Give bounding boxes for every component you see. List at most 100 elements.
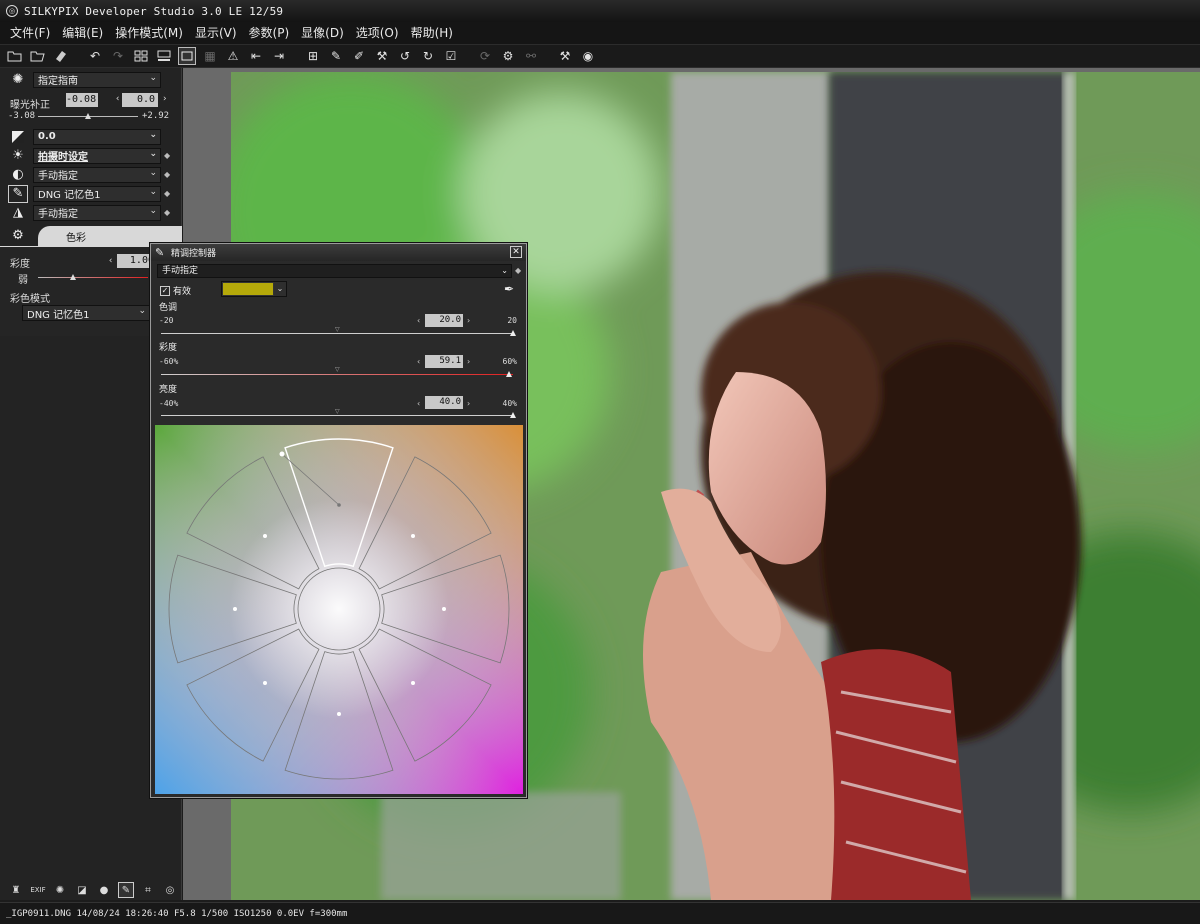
menu-edit[interactable]: 编辑(E) — [56, 22, 109, 44]
tab-color-label: 色彩 — [66, 232, 86, 244]
factory-icon[interactable]: ♜ — [8, 882, 24, 898]
exposure-value[interactable]: -0.08 — [66, 93, 98, 107]
link-icon[interactable]: ⚯ — [522, 47, 540, 65]
open-icon[interactable] — [6, 47, 24, 65]
grid-overlay-icon[interactable]: ⊞ — [304, 47, 322, 65]
contrast-select[interactable]: 手动指定 ⌄ — [33, 166, 161, 183]
sharpness-select[interactable]: 拍摄时设定 ⌄ — [33, 147, 161, 164]
color-swatch-select[interactable]: ⌄ — [221, 281, 287, 297]
color-mode-select[interactable]: DNG 记忆色1 ⌄ — [33, 185, 161, 202]
toolbar: ↶ ↷ ▦ ⚠ ⇤ ⇥ ⊞ ✎ ✐ ⚒ ↺ ↻ ☑ ⟳ ⚙ ⚯ ⚒ ◉ — [0, 44, 1200, 68]
saturation-decrement[interactable]: ‹ — [417, 357, 420, 366]
menu-view[interactable]: 显示(V) — [189, 22, 243, 44]
enabled-toggle[interactable]: ✓ 有效 — [160, 284, 191, 297]
menu-develop[interactable]: 显像(D) — [295, 22, 350, 44]
diamond-icon[interactable]: ◆ — [164, 170, 170, 179]
saturation-thumb[interactable] — [506, 371, 513, 377]
saturation-slider[interactable] — [161, 374, 513, 375]
lightness-decrement[interactable]: ‹ — [417, 399, 420, 408]
color-mode-row: ✎ DNG 记忆色1 ⌄ ◆ — [0, 184, 182, 203]
dialog-preset-select[interactable]: 手动指定 ⌄ — [157, 264, 512, 278]
white-balance-select[interactable]: 指定指南 ⌄ — [33, 71, 161, 88]
redo-icon[interactable]: ↷ — [109, 47, 127, 65]
lightness-slider[interactable] — [161, 415, 513, 416]
brightness-icon: ☀ — [12, 148, 24, 163]
sphere-icon[interactable]: ● — [96, 882, 112, 898]
diamond-icon[interactable]: ◆ — [164, 189, 170, 198]
hue-thumb[interactable] — [510, 330, 516, 336]
tone-icon[interactable]: ◪ — [74, 882, 90, 898]
hue-slider[interactable] — [161, 333, 513, 334]
crop-icon[interactable]: ⌗ — [140, 882, 156, 898]
lightness-increment[interactable]: › — [467, 399, 470, 408]
color-icon[interactable]: ◉ — [579, 47, 597, 65]
hammer-icon[interactable]: ⚒ — [556, 47, 574, 65]
warning-icon[interactable]: ⚠ — [224, 47, 242, 65]
filmstrip-icon[interactable] — [155, 47, 173, 65]
tone-select[interactable]: 0.0 ⌄ — [33, 128, 161, 145]
saturation-slider[interactable] — [38, 277, 148, 278]
rotate-right-icon[interactable]: ↻ — [419, 47, 437, 65]
prev-icon[interactable]: ⇤ — [247, 47, 265, 65]
color-wheel[interactable] — [155, 425, 523, 794]
dialog-title-bar[interactable]: ✎ 精调控制器 ✕ — [151, 244, 526, 261]
rotate-left-icon[interactable]: ↺ — [396, 47, 414, 65]
exposure-value2[interactable]: 0.0 — [122, 93, 158, 107]
undo-icon[interactable]: ↶ — [86, 47, 104, 65]
hue-value[interactable]: 20.0 — [425, 314, 463, 327]
chevron-down-icon: ⌄ — [149, 72, 157, 83]
lightness-min: -40% — [159, 399, 179, 408]
check-icon[interactable]: ☑ — [442, 47, 460, 65]
exif-icon[interactable]: EXIF — [30, 882, 46, 898]
open-folder-icon[interactable] — [29, 47, 47, 65]
next-icon[interactable]: ⇥ — [270, 47, 288, 65]
color-mode-dropdown[interactable]: DNG 记忆色1 ⌄ — [22, 305, 150, 321]
saturation-thumb[interactable] — [70, 274, 76, 280]
exposure-right-arrow[interactable]: › — [162, 94, 167, 104]
enabled-checkbox[interactable]: ✓ — [160, 285, 170, 296]
save-icon[interactable] — [52, 47, 70, 65]
saturation-value[interactable]: 59.1 — [425, 355, 463, 368]
exposure-thumb[interactable] — [85, 113, 91, 119]
close-icon[interactable]: ✕ — [510, 246, 522, 258]
single-view-icon[interactable] — [178, 47, 196, 65]
chevron-down-icon: ⌄ — [149, 205, 157, 216]
pen-icon[interactable]: ✎ — [327, 47, 345, 65]
diamond-icon[interactable]: ◆ — [164, 151, 170, 160]
refresh-icon[interactable]: ⟳ — [476, 47, 494, 65]
lightness-value[interactable]: 40.0 — [425, 396, 463, 409]
eyedropper-icon[interactable]: ✒ — [504, 282, 514, 296]
compare-icon[interactable]: ▦ — [201, 47, 219, 65]
exposure-min: -3.08 — [8, 111, 36, 121]
diamond-icon[interactable]: ◆ — [164, 208, 170, 217]
noise-icon: ◮ — [13, 205, 23, 220]
menu-params[interactable]: 参数(P) — [243, 22, 296, 44]
color-pen-icon[interactable]: ✎ — [8, 184, 28, 203]
brush-icon[interactable]: ✐ — [350, 47, 368, 65]
enabled-label: 有效 — [173, 287, 192, 297]
lens-icon[interactable]: ◎ — [162, 882, 178, 898]
grid-view-icon[interactable] — [132, 47, 150, 65]
eyedropper-icon[interactable]: ⚒ — [373, 47, 391, 65]
menu-mode[interactable]: 操作模式(M) — [109, 22, 189, 44]
spot-icon[interactable]: ✺ — [52, 882, 68, 898]
hue-decrement[interactable]: ‹ — [417, 316, 420, 325]
title-bar: ◎ SILKYPIX Developer Studio 3.0 LE 12/59 — [0, 0, 1200, 22]
hue-increment[interactable]: › — [467, 316, 470, 325]
menu-file[interactable]: 文件(F) — [4, 22, 56, 44]
diamond-icon[interactable]: ◆ — [515, 266, 521, 275]
batch-icon[interactable]: ⚙ — [499, 47, 517, 65]
gears-icon[interactable]: ⚙ — [8, 226, 28, 244]
menu-help[interactable]: 帮助(H) — [405, 22, 459, 44]
fine-color-icon[interactable]: ✎ — [118, 882, 134, 898]
saturation-increment[interactable]: › — [467, 357, 470, 366]
saturation-label: 彩度 — [159, 343, 178, 353]
saturation-left-arrow[interactable]: ‹ — [108, 256, 113, 266]
exposure-left-arrow[interactable]: ‹ — [115, 94, 120, 104]
noise-select[interactable]: 手动指定 ⌄ — [33, 204, 161, 221]
menu-options[interactable]: 选项(O) — [350, 22, 405, 44]
tone-curve-icon — [8, 128, 28, 146]
lightness-thumb[interactable] — [510, 412, 516, 418]
hue-label: 色调 — [159, 303, 178, 313]
color-mode-label: 彩色模式 — [10, 294, 50, 305]
